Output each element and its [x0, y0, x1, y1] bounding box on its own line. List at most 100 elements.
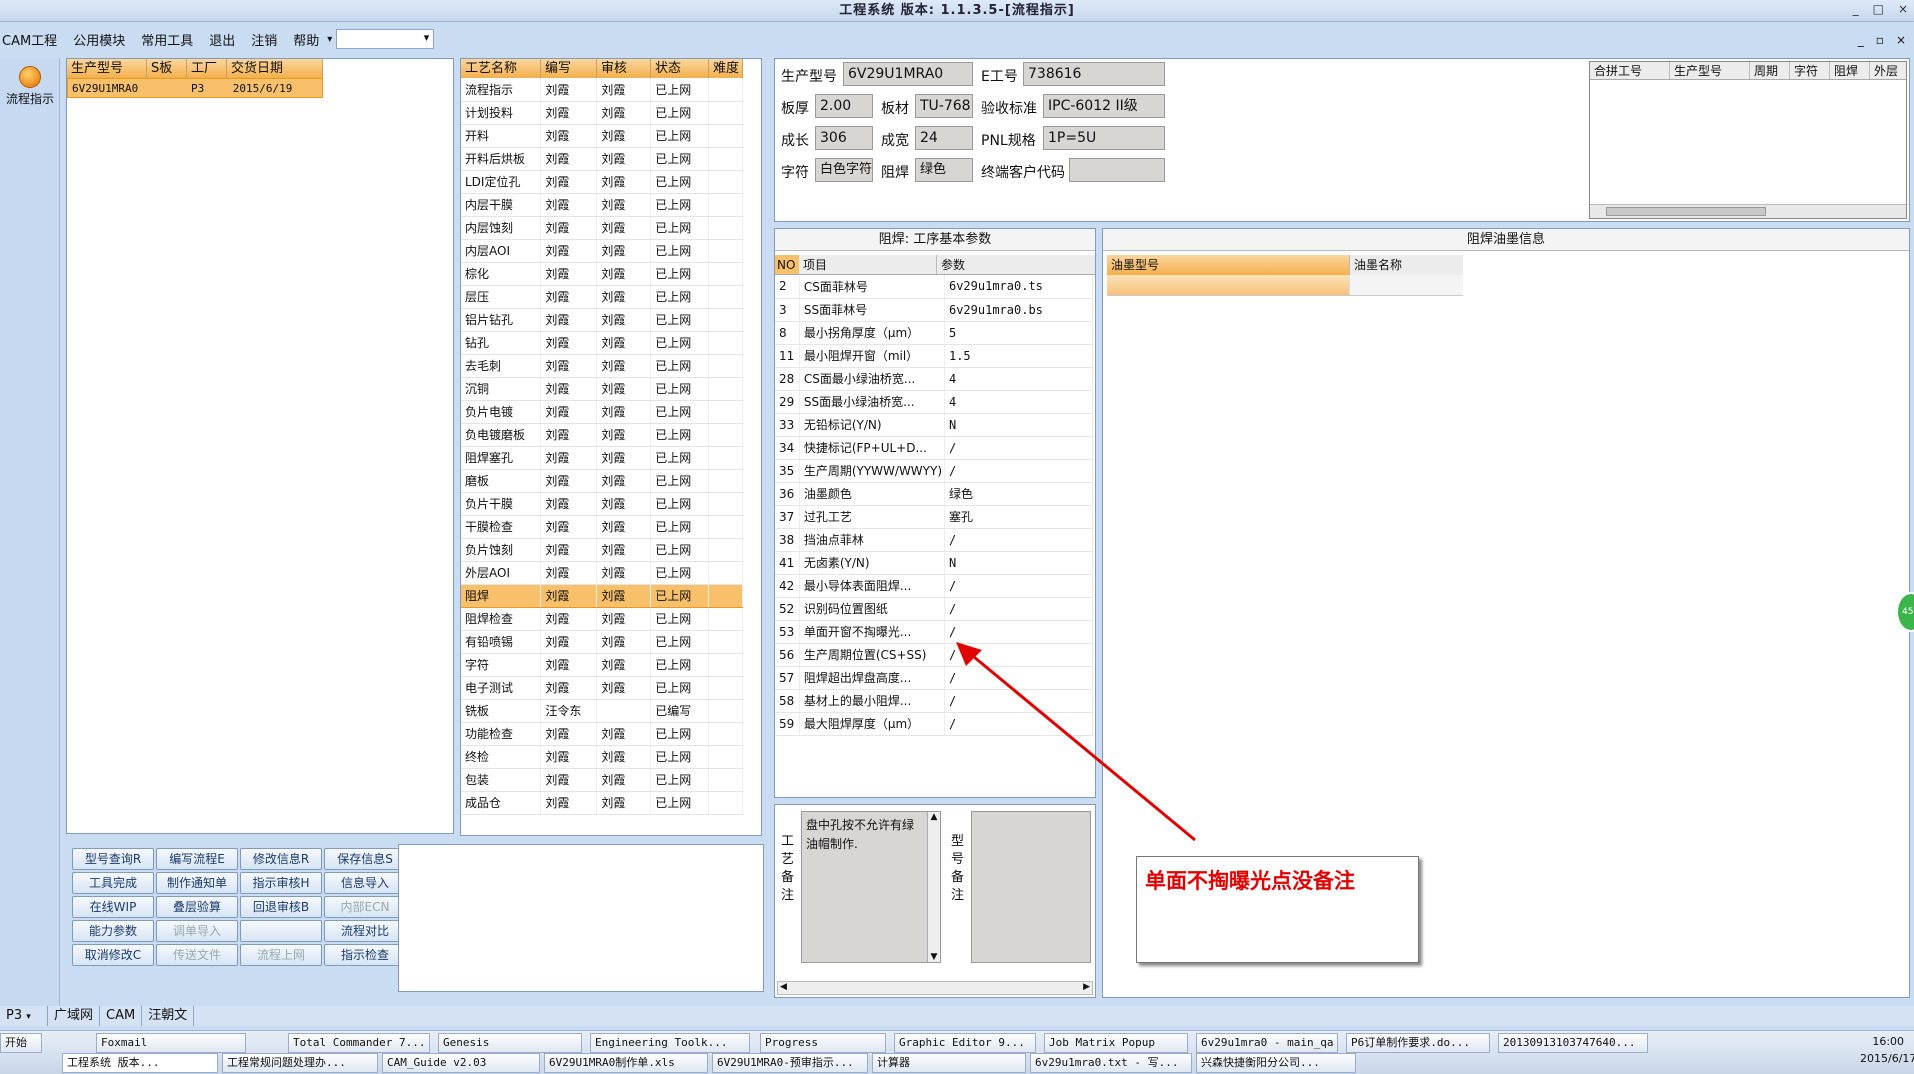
scroll-down-icon[interactable]: ▼	[928, 952, 940, 962]
combo-col-3[interactable]: 字符	[1790, 62, 1830, 79]
start-button[interactable]: 开始	[0, 1033, 42, 1053]
taskbar-item[interactable]: Graphic Editor 9...	[894, 1033, 1036, 1053]
table-row[interactable]: 35 生产周期(YYWW/WWYY) /	[775, 459, 1094, 483]
table-row[interactable]: 33 无铅标记(Y/N) N	[775, 413, 1094, 437]
taskbar-item[interactable]: 6v29u1mra0 - main_qa	[1196, 1033, 1338, 1053]
process-col-name[interactable]: 工艺名称	[461, 59, 541, 78]
taskbar-item[interactable]: 计算器	[872, 1053, 1026, 1073]
table-row[interactable]: 功能检查 刘霞 刘霞 已上网	[461, 722, 743, 746]
taskbar-item[interactable]: Job Matrix Popup	[1044, 1033, 1188, 1053]
note-vscrollbar[interactable]: ▲ ▼	[927, 812, 940, 962]
action-button-3-3[interactable]: 流程对比	[324, 920, 406, 942]
taskbar-item[interactable]: P6订单制作要求.do...	[1346, 1033, 1490, 1053]
action-button-4-3[interactable]: 指示检查	[324, 944, 406, 966]
mask-field[interactable]: 绿色	[915, 158, 973, 182]
table-row[interactable]: 3 SS面菲林号 6v29u1mra0.bs	[775, 298, 1094, 322]
table-row[interactable]: 52 识别码位置图纸 /	[775, 597, 1094, 621]
orders-col-s[interactable]: S板	[147, 59, 187, 78]
table-row[interactable]: 流程指示 刘霞 刘霞 已上网	[461, 78, 743, 102]
menu-common-modules[interactable]: 公用模块	[65, 30, 133, 49]
menu-exit[interactable]: 退出	[201, 30, 243, 49]
taskbar-item[interactable]: 工程系统 版本...	[62, 1053, 218, 1073]
table-row[interactable]: 计划投料 刘霞 刘霞 已上网	[461, 101, 743, 125]
table-row[interactable]: 42 最小导体表面阻焊... /	[775, 574, 1094, 598]
menu-help[interactable]: 帮助	[285, 30, 327, 49]
action-button-1-1[interactable]: 制作通知单	[156, 872, 238, 894]
taskbar-item[interactable]: CAM_Guide v2.03	[382, 1053, 540, 1073]
table-row[interactable]: 38 挡油点菲林 /	[775, 528, 1094, 552]
table-row[interactable]: 沉铜 刘霞 刘霞 已上网	[461, 377, 743, 401]
prod-model-field[interactable]: 6V29U1MRA0	[843, 62, 973, 86]
table-row[interactable]: 干膜检查 刘霞 刘霞 已上网	[461, 515, 743, 539]
table-row[interactable]: 终检 刘霞 刘霞 已上网	[461, 745, 743, 769]
table-row[interactable]: 阻焊检查 刘霞 刘霞 已上网	[461, 607, 743, 631]
combo-col-2[interactable]: 周期	[1750, 62, 1790, 79]
table-row[interactable]: 阻焊 刘霞 刘霞 已上网	[461, 583, 743, 608]
action-button-4-2[interactable]: 流程上网	[240, 944, 322, 966]
table-row[interactable]: 阻焊塞孔 刘霞 刘霞 已上网	[461, 446, 743, 470]
action-button-2-1[interactable]: 叠层验算	[156, 896, 238, 918]
combo-scroll-thumb[interactable]	[1606, 207, 1766, 216]
table-row[interactable]: 层压 刘霞 刘霞 已上网	[461, 285, 743, 309]
material-field[interactable]: TU-768	[915, 94, 973, 118]
combo-col-5[interactable]: 外层	[1870, 62, 1906, 79]
status-tab-wan[interactable]: 广域网	[48, 1006, 101, 1026]
process-col-difficulty[interactable]: 难度	[709, 59, 743, 78]
table-row[interactable]: 29 SS面最小绿油桥宽... 4	[775, 390, 1094, 414]
table-row[interactable]: 内层AOI 刘霞 刘霞 已上网	[461, 239, 743, 263]
action-button-0-0[interactable]: 型号查询R	[72, 848, 154, 870]
table-row[interactable]: 34 快捷标记(FP+UL+D... /	[775, 436, 1094, 460]
process-note-text[interactable]: 盘中孔按不允许有绿油帽制作.	[801, 811, 941, 963]
taskbar-item[interactable]: 6V29U1MRA0制作单.xls	[544, 1053, 708, 1073]
table-row[interactable]: 钻孔 刘霞 刘霞 已上网	[461, 331, 743, 355]
action-button-4-1[interactable]: 传送文件	[156, 944, 238, 966]
ink-col-model[interactable]: 油墨型号	[1107, 255, 1349, 275]
action-button-4-0[interactable]: 取消修改C	[72, 944, 154, 966]
notes-hscrollbar[interactable]: ◀ ▶	[777, 981, 1093, 995]
table-row[interactable]: 开料 刘霞 刘霞 已上网	[461, 124, 743, 148]
table-row[interactable]: 28 CS面最小绿油桥宽... 4	[775, 367, 1094, 391]
mdi-minimize-button[interactable]: _	[1858, 33, 1864, 47]
table-row[interactable]: 外层AOI 刘霞 刘霞 已上网	[461, 561, 743, 585]
table-row[interactable]: LDI定位孔 刘霞 刘霞 已上网	[461, 170, 743, 194]
table-row[interactable]: 成品仓 刘霞 刘霞 已上网	[461, 791, 743, 815]
table-row[interactable]: 负片蚀刻 刘霞 刘霞 已上网	[461, 538, 743, 562]
e-no-field[interactable]: 738616	[1023, 62, 1165, 86]
mdi-restore-button[interactable]: ▫	[1876, 33, 1884, 47]
standard-field[interactable]: IPC-6012 II级	[1043, 94, 1165, 118]
ink-col-name[interactable]: 油墨名称	[1349, 255, 1463, 275]
action-button-2-2[interactable]: 回退审核B	[240, 896, 322, 918]
process-col-writer[interactable]: 编写	[541, 59, 597, 78]
table-row[interactable]: 棕化 刘霞 刘霞 已上网	[461, 262, 743, 286]
status-tab-plant[interactable]: P3 ▾	[0, 1006, 48, 1026]
menu-tools[interactable]: 常用工具	[133, 30, 201, 49]
maximize-button[interactable]: □	[1873, 2, 1884, 16]
thickness-field[interactable]: 2.00	[815, 94, 873, 118]
width-field[interactable]: 24	[915, 126, 973, 150]
table-row[interactable]: 41 无卤素(Y/N) N	[775, 551, 1094, 575]
menu-cam[interactable]: CAM工程	[0, 30, 65, 49]
table-row[interactable]: 磨板 刘霞 刘霞 已上网	[461, 469, 743, 493]
table-row[interactable]: 有铅喷锡 刘霞 刘霞 已上网	[461, 630, 743, 654]
orders-col-date[interactable]: 交货日期	[227, 59, 323, 78]
table-row[interactable]: 包装 刘霞 刘霞 已上网	[461, 768, 743, 792]
combo-col-4[interactable]: 阻焊	[1830, 62, 1870, 79]
nav-flow-indication-button[interactable]: 流程指示	[2, 64, 58, 108]
table-row[interactable]: 开料后烘板 刘霞 刘霞 已上网	[461, 147, 743, 171]
table-row[interactable]: 8 最小拐角厚度（μm） 5	[775, 321, 1094, 345]
menu-combo[interactable]	[336, 29, 435, 49]
table-row[interactable]: 负片电镀 刘霞 刘霞 已上网	[461, 400, 743, 424]
params-col-value[interactable]: 参数	[937, 255, 1083, 274]
process-col-reviewer[interactable]: 审核	[597, 59, 651, 78]
scroll-up-icon[interactable]: ▲	[928, 812, 940, 822]
mdi-close-button[interactable]: ×	[1896, 33, 1906, 47]
action-button-0-1[interactable]: 编写流程E	[156, 848, 238, 870]
action-button-3-1[interactable]: 调单导入	[156, 920, 238, 942]
table-row[interactable]: 内层干膜 刘霞 刘霞 已上网	[461, 193, 743, 217]
status-tab-cam[interactable]: CAM	[100, 1006, 143, 1026]
table-row[interactable]	[1107, 275, 1909, 295]
taskbar-item[interactable]: 工程常规问题处理办...	[222, 1053, 378, 1073]
table-row[interactable]: 6V29U1MRA0 P3 2015/6/19	[67, 78, 323, 98]
table-row[interactable]: 铝片钻孔 刘霞 刘霞 已上网	[461, 308, 743, 332]
menu-dropdown-arrow-icon[interactable]: ▾	[327, 34, 332, 45]
